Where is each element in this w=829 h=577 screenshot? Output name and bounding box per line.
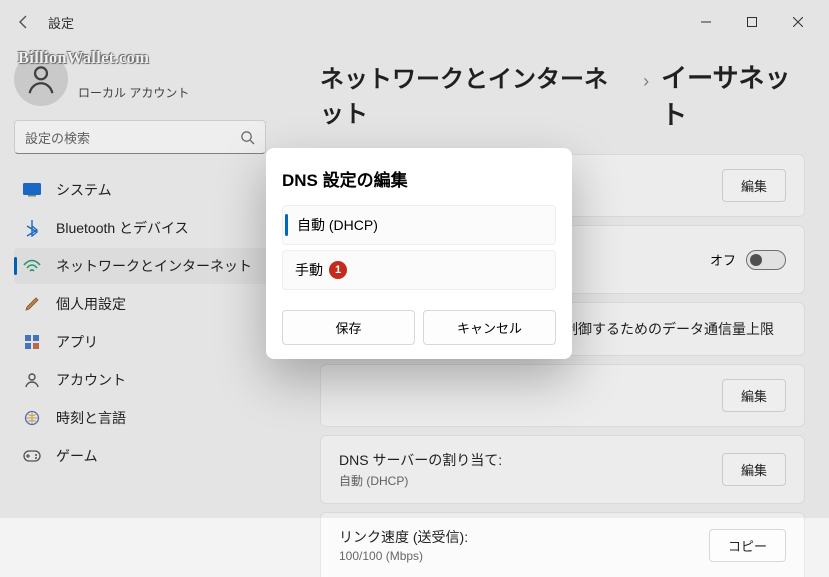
modal-title: DNS 設定の編集 xyxy=(282,166,556,191)
annotation-badge: 1 xyxy=(329,261,347,279)
row-linkspeed: リンク速度 (送受信): 100/100 (Mbps) コピー xyxy=(320,512,805,577)
link-value: 100/100 (Mbps) xyxy=(339,549,709,563)
save-button[interactable]: 保存 xyxy=(282,310,415,345)
option-manual-label: 手動 xyxy=(295,260,323,280)
link-copy-button[interactable]: コピー xyxy=(709,529,786,562)
dns-edit-modal: DNS 設定の編集 自動 (DHCP) 手動 1 保存 キャンセル xyxy=(266,148,572,359)
link-label: リンク速度 (送受信): xyxy=(339,527,709,547)
option-auto[interactable]: 自動 (DHCP) xyxy=(282,205,556,245)
cancel-button[interactable]: キャンセル xyxy=(423,310,556,345)
option-manual[interactable]: 手動 1 xyxy=(282,250,556,290)
option-auto-label: 自動 (DHCP) xyxy=(297,215,378,235)
